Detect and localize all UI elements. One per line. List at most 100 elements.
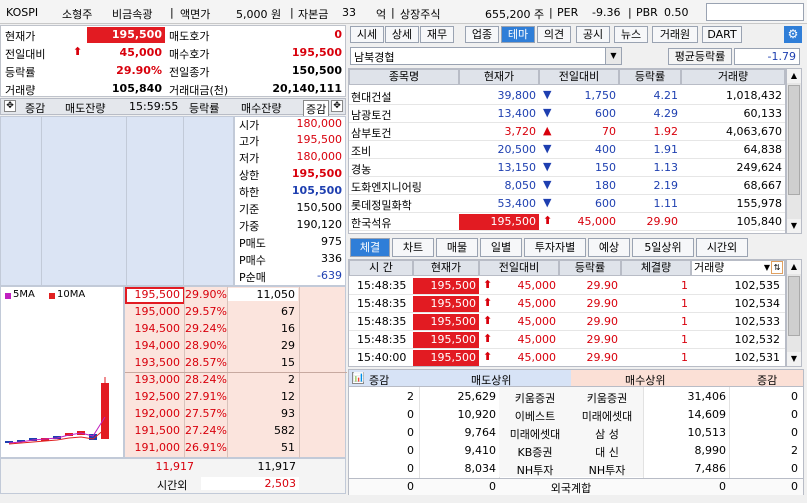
- toggle-icon[interactable]: 📊: [352, 372, 364, 384]
- info-label: P순매: [239, 271, 266, 284]
- scroll-down-icon[interactable]: ▼: [787, 219, 801, 233]
- buy-broker: 삼 성: [595, 428, 619, 441]
- table-row[interactable]: 롯데정밀화학 53,400 ▼ 600 1.11 155,978: [349, 195, 785, 213]
- tab-finance[interactable]: 재무: [420, 26, 454, 43]
- stock-price: 3,720: [504, 125, 537, 138]
- buy-volume: 10,513: [687, 426, 727, 439]
- separator: |: [628, 6, 632, 19]
- table-row[interactable]: 경농 13,150 ▼ 150 1.13 249,624: [349, 159, 785, 177]
- stock-volume: 1,018,432: [726, 89, 782, 102]
- broker-header: 📊 증감 매도상위 매수상위 증감: [349, 370, 803, 387]
- bid-rate: 29.24%: [185, 322, 227, 335]
- info-label: 시가: [239, 119, 260, 132]
- listed-label: 상장주식: [400, 8, 441, 21]
- label-change: 전일대비: [5, 48, 46, 61]
- scroll-down-icon[interactable]: ▼: [787, 352, 801, 366]
- tab-detail[interactable]: 상세: [385, 26, 419, 43]
- tab-broker[interactable]: 거래원: [652, 26, 698, 43]
- info-label: 가중: [239, 220, 260, 233]
- stock-diff: 45,000: [577, 215, 617, 228]
- tab-daily[interactable]: 일별: [480, 238, 522, 257]
- table-row[interactable]: 0 9,764 미래에셋대 삼 성 10,513 0: [349, 424, 803, 442]
- bid-price[interactable]: 191,000: [125, 441, 183, 454]
- bid-volume: 11,050: [228, 288, 298, 301]
- stock-price: 13,400: [497, 107, 537, 120]
- trade-volume: 102,534: [734, 297, 781, 310]
- market-label: KOSPI: [6, 6, 39, 19]
- tab-supply[interactable]: 매물: [436, 238, 478, 257]
- label-prev-close: 전일종가: [169, 66, 210, 79]
- toggle-icon[interactable]: ✥: [331, 100, 343, 112]
- tab-news[interactable]: 뉴스: [614, 26, 648, 43]
- trade-time: 15:48:35: [357, 315, 407, 328]
- tab-opinion[interactable]: 의견: [537, 26, 571, 43]
- bid-price[interactable]: 195,000: [125, 305, 183, 318]
- trade-diff: 45,000: [517, 315, 557, 328]
- face-label: 액면가: [180, 8, 211, 21]
- stock-diff: 600: [595, 197, 616, 210]
- up-triangle-icon: ▲: [543, 124, 552, 137]
- scrollbar[interactable]: ▲ ▼: [786, 68, 802, 234]
- pbr-label: PBR: [636, 6, 658, 19]
- bid-price[interactable]: 192,000: [125, 407, 183, 420]
- bid-price[interactable]: 194,000: [125, 339, 183, 352]
- table-row[interactable]: 조비 20,500 ▼ 400 1.91 64,838: [349, 141, 785, 159]
- tab-chart[interactable]: 차트: [392, 238, 434, 257]
- table-row: 15:40:00 195,500 ⬆ 45,000 29.90 1 102,53…: [349, 349, 785, 367]
- settings-icon[interactable]: ⚙: [784, 26, 802, 43]
- tab-forecast[interactable]: 예상: [588, 238, 630, 257]
- scroll-up-icon[interactable]: ▲: [787, 260, 801, 274]
- stock-volume: 60,133: [743, 107, 783, 120]
- tab-5day[interactable]: 5일상위: [632, 238, 694, 257]
- bid-price[interactable]: 195,500: [125, 288, 183, 301]
- trade-qty: 1: [681, 297, 688, 310]
- stock-name: 삼부토건: [351, 127, 392, 140]
- scroll-thumb[interactable]: [788, 85, 800, 195]
- tab-dart[interactable]: DART: [702, 26, 742, 43]
- scroll-up-icon[interactable]: ▲: [787, 69, 801, 83]
- tab-after-hours[interactable]: 시간외: [696, 238, 748, 257]
- bid-price[interactable]: 194,500: [125, 322, 183, 335]
- stock-price: 8,050: [504, 179, 537, 192]
- bid-price[interactable]: 191,500: [125, 424, 183, 437]
- table-row[interactable]: 현대건설 39,800 ▼ 1,750 4.21 1,018,432: [349, 87, 785, 105]
- stock-rate: 4.21: [653, 89, 679, 102]
- tab-industry[interactable]: 업종: [465, 26, 499, 43]
- info-value: 180,000: [296, 150, 343, 163]
- table-row[interactable]: 도화엔지니어링 8,050 ▼ 180 2.19 68,667: [349, 177, 785, 195]
- bid-price[interactable]: 193,500: [125, 356, 183, 369]
- volume-select[interactable]: 거래량 ▼ ⇅: [691, 260, 785, 276]
- bid-price[interactable]: 193,000: [125, 373, 183, 386]
- table-row[interactable]: 0 9,410 KB증권 대 신 8,990 2: [349, 442, 803, 460]
- tab-investor[interactable]: 투자자별: [524, 238, 586, 257]
- tab-trades[interactable]: 체결: [350, 238, 390, 257]
- tab-theme[interactable]: 테마: [501, 26, 535, 43]
- tab-disclosure[interactable]: 공시: [576, 26, 610, 43]
- sell-volume: 10,920: [457, 408, 497, 421]
- table-row[interactable]: 2 25,629 키움증권 키움증권 31,406 0: [349, 388, 803, 406]
- chevron-down-icon[interactable]: ▼: [605, 48, 621, 64]
- buy-chg: 0: [791, 462, 798, 475]
- sort-icon[interactable]: ⇅: [771, 261, 783, 274]
- down-arrow-icon: ▼: [543, 106, 552, 119]
- bid-price[interactable]: 192,500: [125, 390, 183, 403]
- scrollbar[interactable]: ▲ ▼: [786, 259, 802, 367]
- after-hours-label: 시간외: [157, 479, 188, 492]
- trade-diff: 45,000: [517, 333, 557, 346]
- tab-quote[interactable]: 시세: [350, 26, 384, 43]
- trade-qty: 1: [681, 351, 688, 364]
- memo-input[interactable]: [706, 3, 804, 21]
- table-row[interactable]: 0 8,034 NH투자 NH투자 7,486 0: [349, 460, 803, 478]
- table-row: 15:48:35 195,500 ⬆ 45,000 29.90 1 102,53…: [349, 313, 785, 331]
- table-row[interactable]: 한국석유 195,500 ⬆ 45,000 29.90 105,840: [349, 213, 785, 231]
- scroll-thumb[interactable]: [788, 276, 800, 336]
- current-price: 195,500: [87, 27, 165, 43]
- table-row[interactable]: 남광토건 13,400 ▼ 600 4.29 60,133: [349, 105, 785, 123]
- trade-qty: 1: [681, 333, 688, 346]
- table-row[interactable]: 삼부토건 3,720 ▲ 70 1.92 4,063,670: [349, 123, 785, 141]
- chevron-down-icon[interactable]: ▼: [764, 261, 770, 275]
- col-volume: 거래량: [694, 261, 725, 274]
- theme-select[interactable]: 남북경협 ▼: [350, 47, 622, 65]
- table-row[interactable]: 0 10,920 이베스트 미래에셋대 14,609 0: [349, 406, 803, 424]
- toggle-icon[interactable]: ✥: [4, 100, 16, 112]
